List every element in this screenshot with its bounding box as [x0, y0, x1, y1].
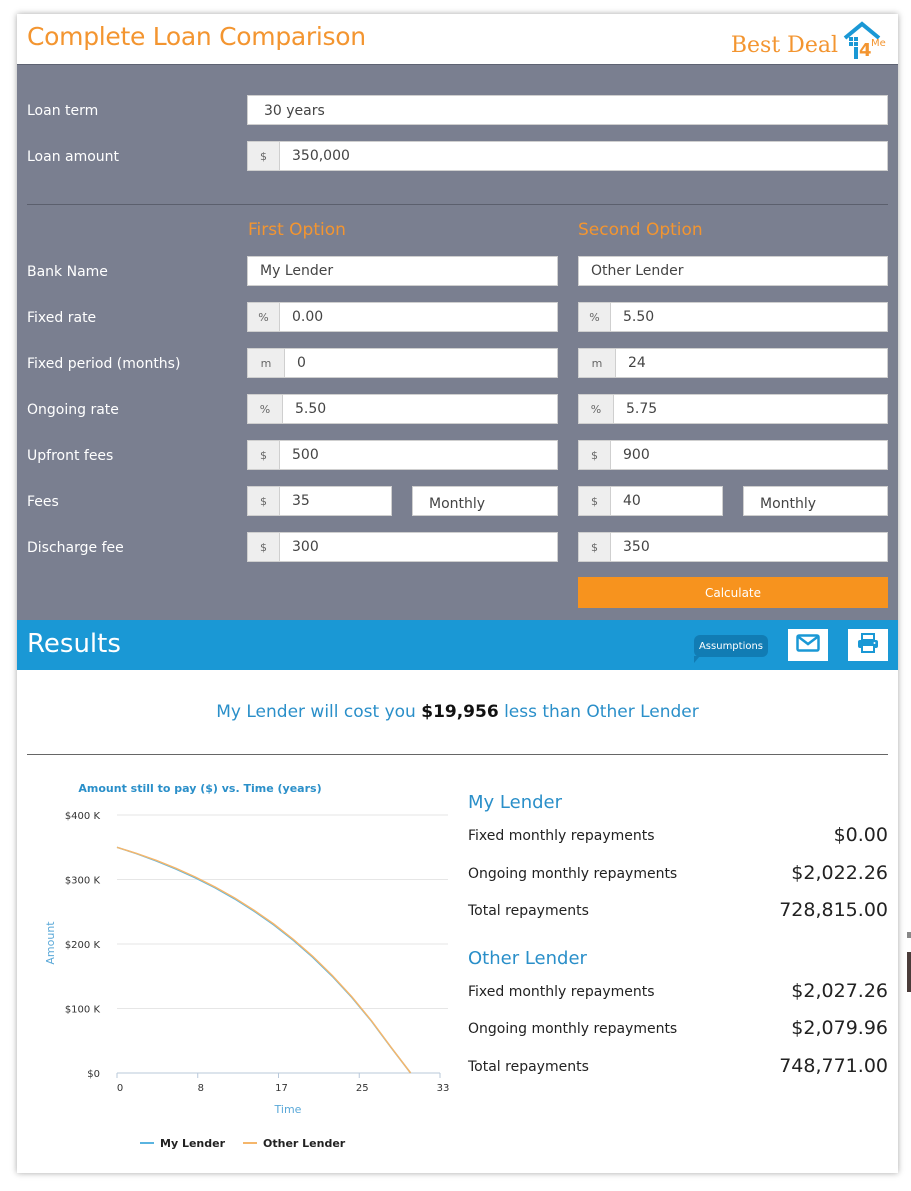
results-title: Results: [27, 629, 121, 659]
result-row: Ongoing monthly repayments $2,022.26: [468, 862, 888, 884]
result-row: Fixed monthly repayments $0.00: [468, 824, 888, 846]
house-logo-icon: 4 Me: [842, 20, 888, 62]
first-ongoing-rate-input[interactable]: % 5.50: [247, 394, 558, 424]
result-row: Fixed monthly repayments $2,027.26: [468, 980, 888, 1002]
brand-logo: Best Deal 4 Me: [731, 18, 888, 62]
dollar-addon: $: [579, 533, 611, 561]
legend-item[interactable]: My Lender: [140, 1137, 226, 1150]
loan-term-label: Loan term: [27, 103, 99, 119]
svg-text:4: 4: [859, 40, 872, 61]
logo-text: Best Deal: [730, 33, 838, 58]
printer-icon: [857, 633, 879, 657]
upfront-fees-label: Upfront fees: [27, 448, 114, 464]
lender-name: My Lender: [468, 792, 562, 813]
fixed-period-label: Fixed period (months): [27, 356, 181, 372]
calculate-button[interactable]: Calculate: [578, 577, 888, 608]
print-button[interactable]: [848, 629, 888, 661]
y-tick-label: $0: [87, 1069, 100, 1080]
second-fixed-period-input[interactable]: m 24: [578, 348, 888, 378]
dollar-addon: $: [248, 142, 280, 170]
page-title: Complete Loan Comparison: [27, 22, 366, 51]
months-addon: m: [579, 349, 616, 377]
fees-label: Fees: [27, 494, 59, 510]
dollar-addon: $: [579, 487, 611, 515]
result-row: Total repayments 748,771.00: [468, 1055, 888, 1077]
summary-prefix: My Lender will cost you: [216, 702, 416, 722]
assumptions-button[interactable]: Assumptions: [694, 635, 768, 663]
scrollbar-arrow[interactable]: [907, 932, 911, 938]
dollar-addon: $: [248, 441, 280, 469]
chart-legend: My Lender Other Lender: [140, 1137, 346, 1150]
savings-summary: My Lender will cost you $19,956 less tha…: [17, 702, 898, 722]
bank-name-label: Bank Name: [27, 264, 108, 280]
series-line-my-lender: [116, 846, 412, 1074]
first-bank-name-input[interactable]: My Lender: [247, 256, 558, 286]
fixed-rate-label: Fixed rate: [27, 310, 97, 326]
discharge-fee-label: Discharge fee: [27, 540, 124, 556]
envelope-icon: [796, 634, 820, 656]
legend-label: Other Lender: [263, 1137, 346, 1150]
second-discharge-fee-input[interactable]: $ 350: [578, 532, 888, 562]
legend-label: My Lender: [160, 1137, 226, 1150]
legend-item[interactable]: Other Lender: [243, 1137, 346, 1150]
series-line-other-lender: [116, 846, 412, 1074]
svg-text:Me: Me: [871, 38, 886, 49]
second-fixed-rate-input[interactable]: % 5.50: [578, 302, 888, 332]
result-row: Ongoing monthly repayments $2,079.96: [468, 1017, 888, 1039]
scrollbar-thumb[interactable]: [907, 952, 911, 992]
summary-divider: [27, 754, 888, 755]
lender-name: Other Lender: [468, 948, 587, 969]
dollar-addon: $: [248, 487, 280, 515]
app-header: Complete Loan Comparison Best Deal 4 Me: [17, 14, 898, 64]
second-ongoing-rate-input[interactable]: % 5.75: [578, 394, 888, 424]
first-fees-input[interactable]: $ 35: [247, 486, 392, 516]
first-fixed-period-input[interactable]: m 0: [247, 348, 558, 378]
ongoing-rate-label: Ongoing rate: [27, 402, 119, 418]
email-button[interactable]: [788, 629, 828, 661]
result-row: Total repayments 728,815.00: [468, 899, 888, 921]
chart-title: Amount still to pay ($) vs. Time (years): [78, 782, 321, 795]
first-discharge-fee-input[interactable]: $ 300: [247, 532, 558, 562]
percent-addon: %: [579, 303, 611, 331]
y-tick-label: $400 K: [65, 811, 101, 822]
results-header: Results Assumptions: [17, 620, 898, 670]
dollar-addon: $: [248, 533, 280, 561]
x-tick-label: 33: [437, 1083, 450, 1094]
savings-amount: $19,956: [421, 702, 499, 722]
x-tick-label: 17: [275, 1083, 288, 1094]
second-fees-frequency-select[interactable]: Monthly: [743, 486, 888, 516]
x-axis-label: Time: [274, 1103, 302, 1116]
loan-amount-input[interactable]: $ 350,000: [247, 141, 888, 171]
loan-comparison-window: Complete Loan Comparison Best Deal 4 Me …: [17, 14, 898, 1173]
percent-addon: %: [248, 303, 280, 331]
second-upfront-fees-input[interactable]: $ 900: [578, 440, 888, 470]
loan-amount-label: Loan amount: [27, 149, 120, 165]
y-tick-label: $200 K: [65, 940, 101, 951]
first-upfront-fees-input[interactable]: $ 500: [247, 440, 558, 470]
percent-addon: %: [579, 395, 614, 423]
second-fees-input[interactable]: $ 40: [578, 486, 723, 516]
y-tick-label: $300 K: [65, 876, 101, 887]
loan-input-form: Loan term 30 years Loan amount $ 350,000…: [17, 64, 898, 620]
form-divider: [27, 204, 888, 205]
y-axis-label: Amount: [44, 921, 57, 965]
y-tick-label: $100 K: [65, 1005, 101, 1016]
summary-suffix: less than Other Lender: [504, 702, 699, 722]
second-option-heading: Second Option: [578, 220, 703, 240]
x-tick-label: 25: [356, 1083, 369, 1094]
percent-addon: %: [248, 395, 283, 423]
loan-term-select[interactable]: 30 years: [247, 95, 888, 125]
dollar-addon: $: [579, 441, 611, 469]
first-option-heading: First Option: [248, 220, 346, 240]
x-tick-label: 8: [198, 1083, 204, 1094]
x-tick-label: 0: [117, 1083, 123, 1094]
first-fees-frequency-select[interactable]: Monthly: [412, 486, 558, 516]
months-addon: m: [248, 349, 285, 377]
first-fixed-rate-input[interactable]: % 0.00: [247, 302, 558, 332]
second-bank-name-input[interactable]: Other Lender: [578, 256, 888, 286]
